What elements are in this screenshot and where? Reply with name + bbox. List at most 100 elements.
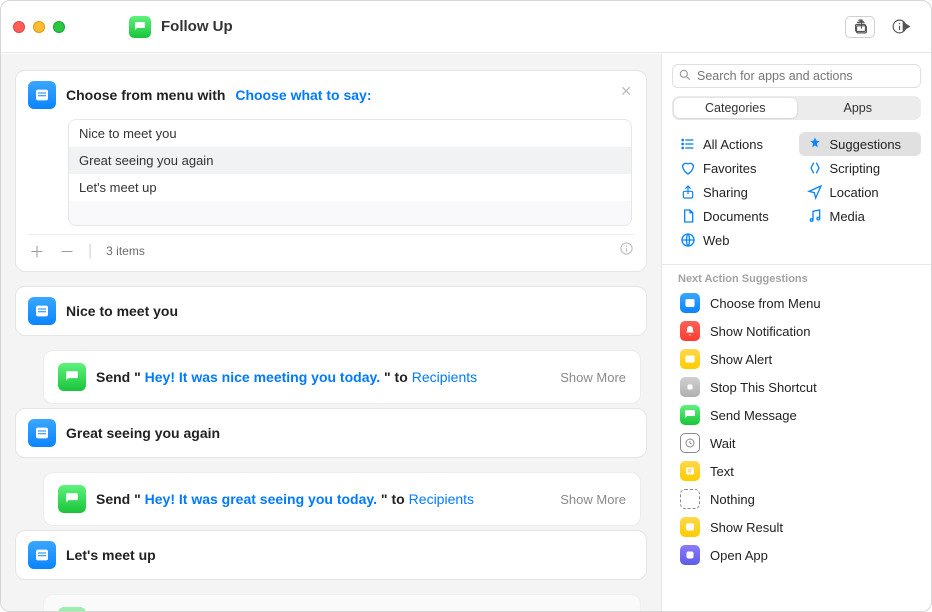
remove-action-button[interactable]: ✕	[620, 83, 632, 100]
messages-icon	[58, 485, 86, 513]
category-label: Favorites	[703, 161, 756, 176]
menu-icon	[28, 81, 56, 109]
search-icon	[678, 68, 692, 87]
recipients-token[interactable]: Recipients	[412, 369, 477, 385]
category-sharing[interactable]: Sharing	[672, 180, 795, 204]
list-icon	[680, 136, 696, 152]
action-label: Stop This Shortcut	[710, 380, 817, 395]
close-window-button[interactable]	[13, 21, 25, 33]
add-option-button[interactable]: ＋	[28, 242, 46, 260]
category-all-actions[interactable]: All Actions	[672, 132, 795, 156]
option-count: 3 items	[106, 244, 145, 258]
search-field-container	[672, 64, 921, 88]
messages-icon	[58, 363, 86, 391]
action-open-app[interactable]: Open App	[670, 541, 923, 569]
menu-case-great[interactable]: Great seeing you again	[15, 408, 647, 458]
bell-icon	[680, 321, 700, 341]
menu-case-nice[interactable]: Nice to meet you	[15, 286, 647, 336]
workflow-canvas[interactable]: ✕ Choose from menu with Choose what to s…	[1, 54, 661, 611]
case-title: Nice to meet you	[66, 303, 178, 319]
category-scripting[interactable]: Scripting	[799, 156, 922, 180]
category-label: Sharing	[703, 185, 748, 200]
section-title: Next Action Suggestions	[662, 265, 931, 289]
minimize-window-button[interactable]	[33, 21, 45, 33]
action-show-notification[interactable]: Show Notification	[670, 317, 923, 345]
category-location[interactable]: Location	[799, 180, 922, 204]
clock-icon	[680, 433, 700, 453]
search-input[interactable]	[672, 64, 921, 88]
window-traffic-lights	[13, 21, 65, 33]
menu-icon	[28, 297, 56, 325]
menu-option[interactable]: Nice to meet you	[69, 120, 631, 147]
action-stop-shortcut[interactable]: Stop This Shortcut	[670, 373, 923, 401]
message-text-input[interactable]: Hey! It was great seeing you today.	[145, 491, 377, 507]
segment-categories[interactable]: Categories	[674, 98, 797, 118]
stop-icon	[680, 377, 700, 397]
action-label: Send Message	[710, 408, 797, 423]
shortcut-title[interactable]: Follow Up	[161, 18, 233, 35]
action-label: Show Result	[710, 520, 783, 535]
menu-option-empty[interactable]	[69, 201, 631, 225]
show-more-button[interactable]: Show More	[560, 370, 626, 385]
show-more-button[interactable]: Show More	[560, 492, 626, 507]
message-text-input[interactable]: Hey! It was nice meeting you today.	[145, 369, 380, 385]
remove-option-button[interactable]: －	[58, 242, 76, 260]
library-segmented-control[interactable]: Categories Apps	[672, 96, 921, 120]
app-icon	[680, 545, 700, 565]
heart-icon	[680, 160, 696, 176]
action-text[interactable]: Text	[670, 457, 923, 485]
choose-from-menu-action[interactable]: ✕ Choose from menu with Choose what to s…	[15, 70, 647, 272]
category-favorites[interactable]: Favorites	[672, 156, 795, 180]
library-toggle-button[interactable]	[845, 16, 875, 38]
action-show-result[interactable]: Show Result	[670, 513, 923, 541]
menu-case-meetup[interactable]: Let's meet up	[15, 530, 647, 580]
segment-apps[interactable]: Apps	[797, 98, 920, 118]
menu-option[interactable]: Let's meet up	[69, 174, 631, 201]
menu-icon	[28, 419, 56, 447]
category-web[interactable]: Web	[672, 228, 795, 252]
menu-icon	[28, 541, 56, 569]
document-icon	[680, 208, 696, 224]
send-message-action[interactable]: Send " Hey! It was nice meeting you toda…	[43, 350, 641, 404]
menu-footer: ＋ － | 3 items	[28, 234, 634, 261]
recipients-token[interactable]: Recipients	[409, 491, 474, 507]
messages-icon	[58, 607, 86, 611]
scripting-icon	[807, 160, 823, 176]
category-label: Documents	[703, 209, 769, 224]
menu-option[interactable]: Great seeing you again	[69, 147, 631, 174]
action-wait[interactable]: Wait	[670, 429, 923, 457]
text-icon	[680, 461, 700, 481]
action-show-alert[interactable]: Show Alert	[670, 345, 923, 373]
menu-prompt-input[interactable]: Choose what to say:	[235, 87, 371, 103]
action-nothing[interactable]: Nothing	[670, 485, 923, 513]
zoom-window-button[interactable]	[53, 21, 65, 33]
category-label: Scripting	[830, 161, 881, 176]
category-media[interactable]: Media	[799, 204, 922, 228]
location-icon	[807, 184, 823, 200]
action-label: Show Notification	[710, 324, 810, 339]
web-icon	[680, 232, 696, 248]
action-info-icon[interactable]	[619, 241, 634, 261]
action-header: Choose from menu with Choose what to say…	[28, 81, 634, 109]
share-icon	[680, 184, 696, 200]
to-label: to	[395, 369, 408, 385]
action-send-message[interactable]: Send Message	[670, 401, 923, 429]
categories-grid: All Actions Suggestions Favorites Script…	[662, 128, 931, 260]
category-documents[interactable]: Documents	[672, 204, 795, 228]
info-button[interactable]	[885, 13, 913, 41]
category-suggestions[interactable]: Suggestions	[799, 132, 922, 156]
shortcut-app-icon	[129, 16, 151, 38]
action-label: Wait	[710, 436, 736, 451]
send-message-action[interactable]: Send " Hey! It was great seeing you toda…	[43, 472, 641, 526]
menu-options-list[interactable]: Nice to meet you Great seeing you again …	[68, 119, 632, 226]
action-choose-from-menu[interactable]: Choose from Menu	[670, 289, 923, 317]
media-icon	[807, 208, 823, 224]
messages-icon	[680, 405, 700, 425]
menu-icon	[680, 293, 700, 313]
send-message-action[interactable]	[43, 594, 641, 611]
category-label: Web	[703, 233, 730, 248]
action-title-prefix: Choose from menu with	[66, 87, 225, 103]
action-title: Choose from menu with Choose what to say…	[66, 87, 371, 103]
to-label: to	[391, 491, 404, 507]
action-label: Nothing	[710, 492, 755, 507]
